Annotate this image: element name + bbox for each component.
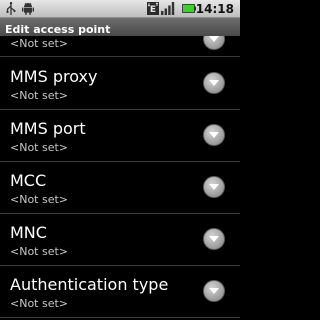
battery-icon xyxy=(182,4,196,13)
list-item-mms-port[interactable]: MMS port <Not set> xyxy=(0,110,240,161)
screen: E 14:18 Edit access point <Not set> MMS … xyxy=(0,0,240,320)
usb-icon xyxy=(6,2,16,15)
edge-network-icon: E xyxy=(147,2,159,15)
list-item-authentication-type[interactable]: Authentication type <Not set> xyxy=(0,266,240,317)
item-title: MNC xyxy=(10,223,47,242)
item-title: MMS proxy xyxy=(10,67,98,86)
divider xyxy=(0,56,240,57)
settings-list[interactable]: <Not set> MMS proxy <Not set> MMS port <… xyxy=(0,36,240,320)
android-debug-icon xyxy=(22,2,34,15)
item-summary: <Not set> xyxy=(10,297,69,310)
item-summary: <Not set> xyxy=(10,193,69,206)
chevron-down-icon[interactable] xyxy=(203,124,225,146)
item-summary: <Not set> xyxy=(10,37,69,50)
title-bar: Edit access point xyxy=(0,18,240,36)
item-title: MMS port xyxy=(10,119,86,138)
item-title: Authentication type xyxy=(10,275,169,294)
item-summary: <Not set> xyxy=(10,245,69,258)
chevron-down-icon[interactable] xyxy=(203,36,225,50)
status-bar: E 14:18 xyxy=(0,0,240,18)
chevron-down-icon[interactable] xyxy=(203,228,225,250)
item-title: MCC xyxy=(10,171,47,190)
chevron-down-icon[interactable] xyxy=(203,72,225,94)
list-item-mcc[interactable]: MCC <Not set> xyxy=(0,162,240,213)
signal-icon xyxy=(161,2,175,15)
item-summary: <Not set> xyxy=(10,141,69,154)
list-item-mnc[interactable]: MNC <Not set> xyxy=(0,214,240,265)
list-item-mms-proxy[interactable]: MMS proxy <Not set> xyxy=(0,58,240,109)
list-item-partial[interactable]: <Not set> xyxy=(0,36,240,57)
chevron-down-icon[interactable] xyxy=(203,280,225,302)
item-summary: <Not set> xyxy=(10,89,69,102)
divider xyxy=(0,317,240,318)
page-title: Edit access point xyxy=(5,23,111,36)
svg-text:E: E xyxy=(150,5,156,15)
chevron-down-icon[interactable] xyxy=(203,176,225,198)
status-clock: 14:18 xyxy=(195,2,234,16)
